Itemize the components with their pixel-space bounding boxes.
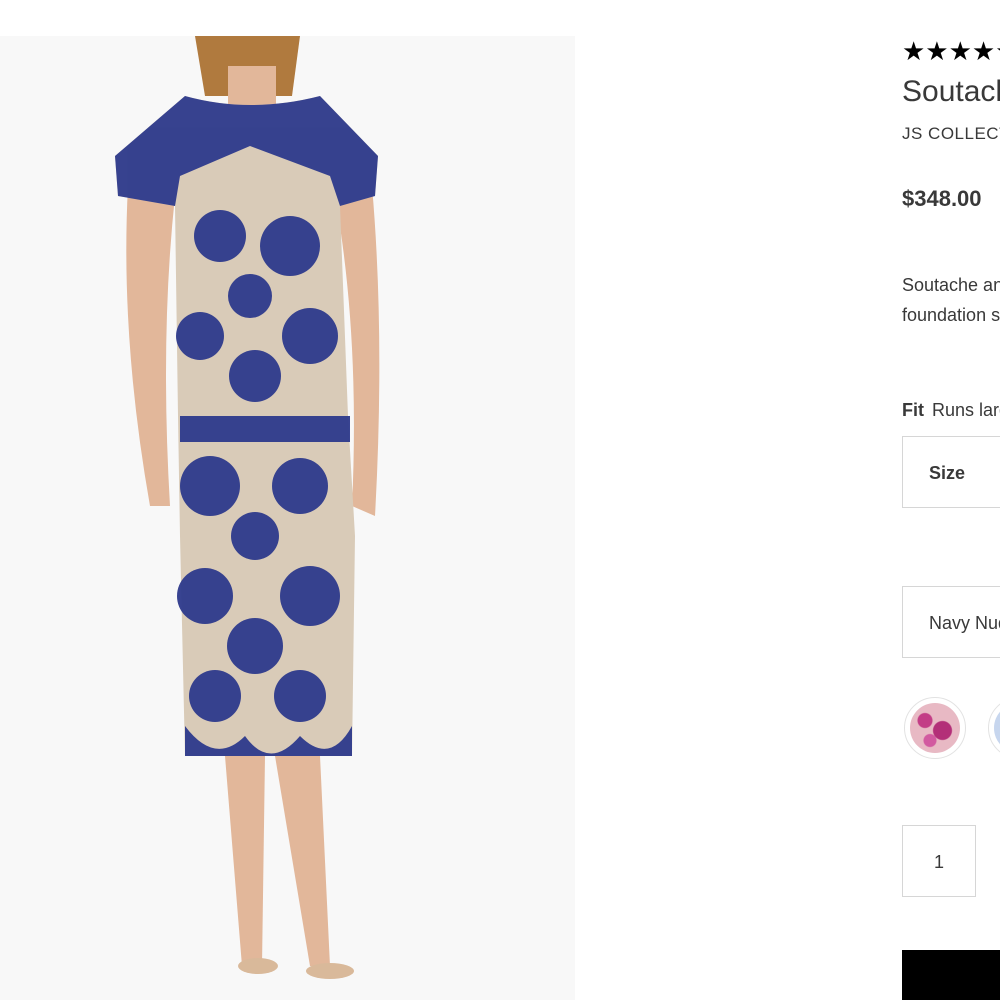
quantity-select[interactable]: 1: [902, 825, 976, 897]
swatch-image: [994, 703, 1000, 753]
description-line: foundation shapes this cap-sleeve midi d…: [902, 305, 1000, 325]
fit-info: Fit Runs large; order one size smaller: [902, 400, 1000, 421]
fit-label: Fit: [902, 400, 924, 420]
swatch-image: [910, 703, 960, 753]
brand-link[interactable]: JS COLLECTIONS: [902, 124, 1000, 144]
size-select[interactable]: Size: [902, 436, 1000, 508]
fit-value: Runs large; order one size smaller: [932, 400, 1000, 420]
dress-illustration: [0, 36, 575, 1000]
product-image[interactable]: [0, 36, 575, 1000]
description-line: Soutache and embroidered lace over a con…: [902, 275, 1000, 295]
rating-stars[interactable]: ★★★★★: [902, 36, 1000, 66]
add-to-bag-button[interactable]: [902, 950, 1000, 1000]
product-page: ★★★★★ Soutache Lace Cocktail Dress JS CO…: [0, 0, 1000, 1000]
product-info-panel: ★★★★★ Soutache Lace Cocktail Dress JS CO…: [902, 0, 1000, 1000]
color-swatch-fuchsia[interactable]: [904, 697, 966, 759]
color-select[interactable]: Navy Nude: [902, 586, 1000, 658]
product-description: Soutache and embroidered lace over a con…: [902, 270, 1000, 330]
product-price: $348.00: [902, 186, 982, 211]
color-swatch-blue[interactable]: [988, 697, 1000, 759]
product-title: Soutache Lace Cocktail Dress: [902, 75, 1000, 108]
